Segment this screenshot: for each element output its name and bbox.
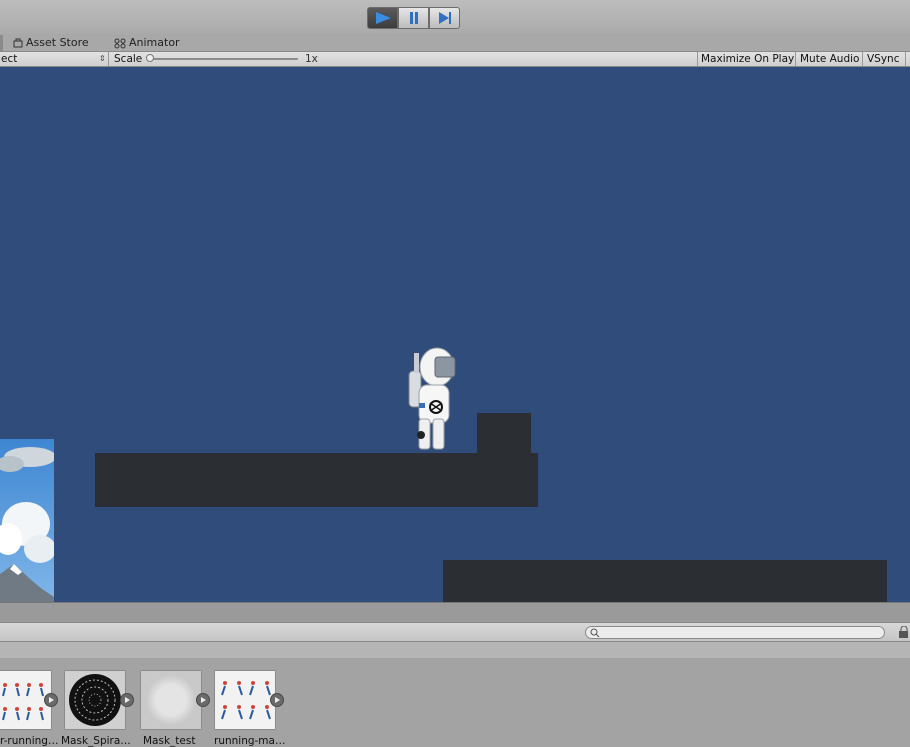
tab-asset-store[interactable]: Asset Store (13, 35, 89, 51)
play-button[interactable] (367, 7, 398, 29)
lock-filter-icon[interactable] (896, 626, 910, 639)
pause-button[interactable] (398, 7, 429, 29)
box-block (477, 413, 531, 454)
ground-platform (95, 453, 538, 507)
tab-animator[interactable]: Animator (114, 35, 180, 51)
expand-arrow-icon[interactable] (120, 693, 134, 707)
panel-divider (0, 602, 910, 623)
game-viewport[interactable] (0, 67, 910, 602)
tab-edge (0, 35, 3, 51)
asset-label: Mask_Spira… (61, 735, 131, 747)
asset-thumbnail[interactable] (214, 670, 276, 730)
search-icon (590, 628, 600, 638)
search-input[interactable] (602, 627, 872, 638)
scale-value: 1x (305, 53, 318, 65)
scale-label: Scale (114, 53, 143, 65)
play-icon (375, 12, 391, 24)
tab-animator-label: Animator (129, 36, 180, 49)
asset-label: Mask_test (143, 735, 196, 747)
soft-circle-thumbnail (141, 671, 201, 729)
separator (108, 52, 109, 66)
astronaut-character (408, 347, 456, 450)
vsync-toggle[interactable]: VSync (867, 52, 900, 66)
sky-background-image (0, 439, 54, 602)
mute-audio-toggle[interactable]: Mute Audio (800, 52, 859, 66)
asset-label: running-ma… (214, 735, 286, 747)
animator-icon (114, 38, 126, 48)
maximize-on-play-toggle[interactable]: Maximize On Play (701, 52, 794, 66)
separator (795, 52, 796, 66)
separator (905, 52, 906, 66)
separator (862, 52, 863, 66)
game-view-bar: ect ⇕ Scale 1x Maximize On Play Mute Aud… (0, 51, 910, 67)
aspect-dropdown-arrow-icon[interactable]: ⇕ (99, 52, 106, 66)
step-button[interactable] (429, 7, 460, 29)
tab-asset-store-label: Asset Store (26, 36, 89, 49)
expand-arrow-icon[interactable] (270, 693, 284, 707)
aspect-dropdown-label[interactable]: ect (1, 52, 17, 66)
pause-icon (409, 12, 418, 24)
asset-label: r-running… (0, 735, 59, 747)
expand-arrow-icon[interactable] (196, 693, 210, 707)
expand-arrow-icon[interactable] (44, 693, 58, 707)
spiral-texture-thumbnail (65, 671, 125, 729)
scale-slider-thumb[interactable] (146, 54, 154, 62)
project-breadcrumb-bar (0, 642, 910, 659)
asset-thumbnail[interactable] (140, 670, 202, 730)
scale-slider[interactable] (150, 58, 298, 60)
sprite-sheet-thumbnail (215, 671, 275, 729)
search-field[interactable] (585, 626, 885, 639)
separator (697, 52, 698, 66)
asset-grid: r-running… Mask_Spira… Mask_test running… (0, 658, 910, 747)
project-toolbar (0, 622, 910, 642)
main-toolbar (0, 0, 910, 35)
lower-platform (443, 560, 887, 602)
step-icon (438, 12, 451, 24)
editor-tabs: Asset Store Animator (0, 34, 910, 51)
asset-thumbnail[interactable] (64, 670, 126, 730)
store-icon (13, 38, 23, 48)
